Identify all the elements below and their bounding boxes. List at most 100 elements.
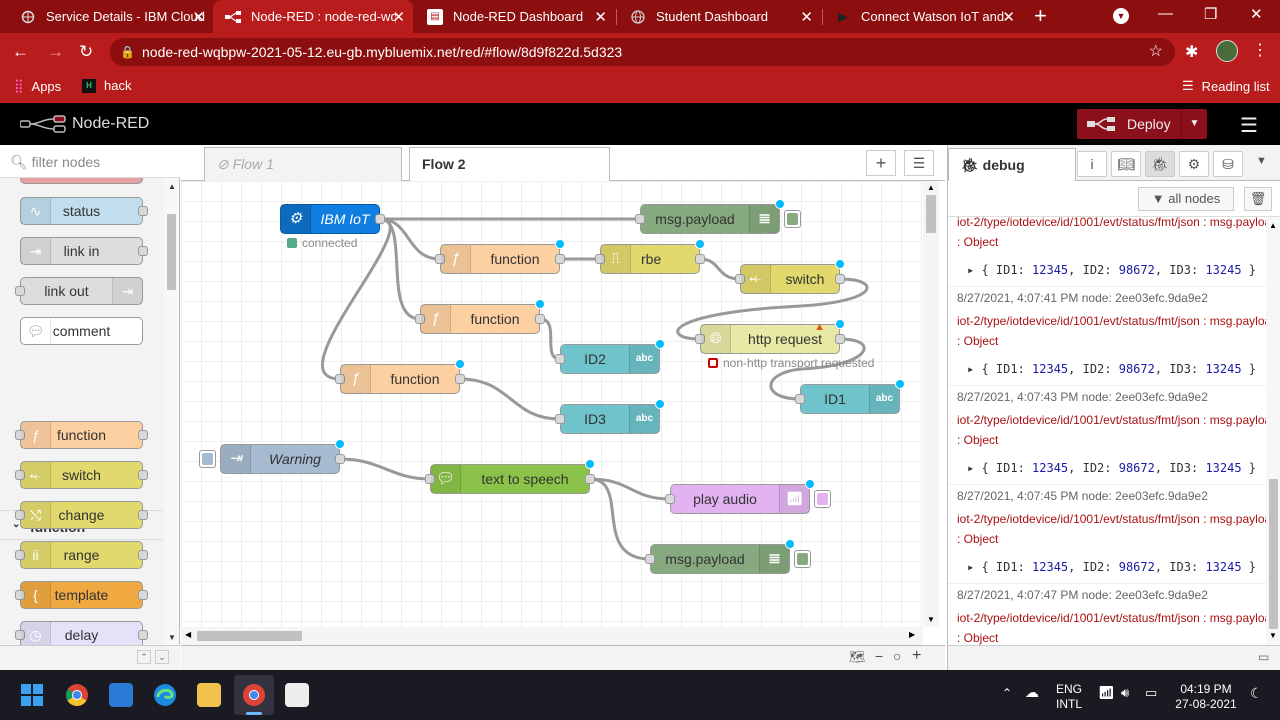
node-debug-msg-payload[interactable]: msg.payload ≣ bbox=[645, 539, 811, 574]
debug-toggle-button[interactable] bbox=[784, 210, 801, 228]
scroll-right-icon[interactable]: ▶ bbox=[909, 630, 915, 639]
clock[interactable]: 04:19 PM 27-08-2021 bbox=[1172, 682, 1240, 712]
output-port[interactable] bbox=[835, 334, 845, 344]
close-tab-icon[interactable]: ✕ bbox=[392, 8, 405, 26]
info-icon[interactable]: i bbox=[1077, 151, 1107, 177]
output-port[interactable] bbox=[138, 206, 148, 216]
battery-icon[interactable]: ▭ bbox=[1145, 685, 1157, 701]
scroll-thumb[interactable] bbox=[926, 195, 936, 233]
output-port[interactable] bbox=[375, 214, 385, 224]
bookmark-apps[interactable]: ⣿ Apps bbox=[14, 78, 61, 94]
bookmark-hack[interactable]: H hack bbox=[82, 78, 131, 93]
close-tab-icon[interactable]: ✕ bbox=[192, 8, 205, 26]
input-port[interactable] bbox=[15, 286, 25, 296]
message-object[interactable]: ▸ { ID1: 12345, ID2: 98672, ID3: 13245 } bbox=[957, 260, 1266, 280]
list-flows-icon[interactable]: ☰ bbox=[904, 150, 934, 176]
night-mode-icon[interactable]: ☾ bbox=[1250, 685, 1263, 702]
scroll-down-icon[interactable]: ▼ bbox=[927, 615, 935, 624]
deploy-dropdown-icon[interactable]: ▼ bbox=[1181, 109, 1207, 139]
output-port[interactable] bbox=[138, 590, 148, 600]
input-port[interactable] bbox=[555, 354, 565, 364]
scroll-down-icon[interactable]: ▼ bbox=[1269, 631, 1277, 640]
bookmark-star-icon[interactable]: ☆ bbox=[1149, 38, 1163, 66]
output-port[interactable] bbox=[835, 274, 845, 284]
output-port[interactable] bbox=[138, 246, 148, 256]
canvas-horizontal-scrollbar[interactable]: ◀ ▶ bbox=[181, 627, 923, 645]
palette-node-link-out[interactable]: link out ⇥ bbox=[15, 277, 143, 305]
sidebar-scrollbar[interactable]: ▲ ▼ bbox=[1266, 217, 1280, 645]
output-port[interactable] bbox=[138, 470, 148, 480]
node-function[interactable]: ƒ function bbox=[435, 239, 565, 274]
onedrive-icon[interactable]: ☁ bbox=[1025, 684, 1039, 701]
node-ibm-iot[interactable]: ⚙ IBM IoT bbox=[280, 204, 385, 234]
deploy-button[interactable]: Deploy ▼ bbox=[1077, 109, 1207, 139]
chevron-up-icon[interactable]: ⌃ bbox=[1002, 686, 1012, 700]
sidebar-menu-icon[interactable]: ▼ bbox=[1256, 155, 1267, 167]
gear-icon[interactable]: ⚙ bbox=[1179, 151, 1209, 177]
help-book-icon[interactable]: 📖︎ bbox=[1111, 151, 1141, 177]
flow-canvas[interactable]: ⚙ IBM IoT connected msg.payload ≣ ƒ func… bbox=[181, 181, 923, 627]
node-function[interactable]: ƒ function bbox=[415, 299, 545, 334]
forward-icon[interactable]: → bbox=[47, 42, 64, 62]
tab-debug[interactable]: 🐞︎ debug bbox=[948, 148, 1076, 181]
browser-tab[interactable]: Service Details - IBM Cloud ✕ bbox=[8, 0, 213, 33]
node-function[interactable]: ƒ function bbox=[335, 359, 465, 394]
node-text-id2[interactable]: ID2 abc bbox=[555, 339, 665, 374]
node-rbe[interactable]: ⎍ rbe bbox=[595, 239, 705, 274]
file-explorer-icon[interactable] bbox=[197, 683, 221, 707]
node-play-audio[interactable]: play audio 📶︎ bbox=[665, 479, 831, 514]
output-port[interactable] bbox=[455, 374, 465, 384]
add-flow-icon[interactable]: + bbox=[866, 150, 896, 176]
browser-tab[interactable]: ▤ Node-RED Dashboard ✕ bbox=[415, 0, 615, 33]
node-text-id3[interactable]: ID3 abc bbox=[555, 399, 665, 434]
more-menu-icon[interactable]: ⋮ bbox=[1252, 40, 1268, 60]
tab-flow-2[interactable]: Flow 2 bbox=[409, 147, 610, 181]
node-text-to-speech[interactable]: 💬︎ text to speech bbox=[425, 459, 595, 494]
palette-filter-input[interactable]: 🔍︎ filter nodes bbox=[0, 145, 180, 178]
language-indicator[interactable]: ENG INTL bbox=[1056, 682, 1082, 712]
message-object[interactable]: ▸ { ID1: 12345, ID2: 98672, ID3: 13245 } bbox=[957, 557, 1266, 577]
reading-list[interactable]: ☰ Reading list bbox=[1182, 78, 1270, 94]
node-switch[interactable]: ⤝ switch bbox=[735, 259, 845, 294]
debug-bug-icon[interactable]: 🐞︎ bbox=[1145, 151, 1175, 177]
output-port[interactable] bbox=[138, 550, 148, 560]
taskbar-chrome-active[interactable] bbox=[234, 675, 274, 715]
canvas-vertical-scrollbar[interactable]: ▲ ▼ bbox=[923, 181, 939, 627]
inject-button[interactable] bbox=[199, 450, 216, 468]
zoom-in-icon[interactable]: + bbox=[912, 647, 921, 665]
audio-toggle-button[interactable] bbox=[814, 490, 831, 508]
node-text-id1[interactable]: ID1 abc bbox=[795, 379, 905, 414]
extensions-icon[interactable]: ✱ bbox=[1185, 42, 1198, 62]
output-port[interactable] bbox=[138, 510, 148, 520]
scroll-thumb[interactable] bbox=[197, 631, 302, 641]
zoom-out-icon[interactable]: − bbox=[875, 648, 883, 664]
palette-node-status[interactable]: ∿ status bbox=[20, 197, 148, 225]
input-port[interactable] bbox=[645, 554, 655, 564]
new-tab-icon[interactable]: + bbox=[1034, 3, 1047, 29]
output-port[interactable] bbox=[695, 254, 705, 264]
input-port[interactable] bbox=[665, 494, 675, 504]
volume-icon[interactable]: 🔊︎ bbox=[1121, 685, 1129, 701]
expand-all-icon[interactable]: ⌄ bbox=[155, 650, 169, 664]
context-data-icon[interactable]: ⛁ bbox=[1213, 151, 1243, 177]
palette-node-change[interactable]: ⤭ change bbox=[15, 501, 148, 529]
browser-tab[interactable]: ▶ Connect Watson IoT and Node ✕ bbox=[823, 0, 1023, 33]
windows-start-icon[interactable] bbox=[21, 684, 45, 708]
output-port[interactable] bbox=[138, 630, 148, 640]
zoom-reset-icon[interactable]: ○ bbox=[893, 648, 901, 664]
input-port[interactable] bbox=[635, 214, 645, 224]
chrome-icon[interactable] bbox=[65, 683, 89, 707]
back-icon[interactable]: ← bbox=[12, 42, 29, 62]
minimize-icon[interactable]: — bbox=[1158, 5, 1173, 22]
notepad-icon[interactable] bbox=[285, 683, 309, 707]
palette-scrollbar[interactable]: ▲ ▼ bbox=[164, 178, 179, 645]
desktop-icon[interactable] bbox=[109, 683, 133, 707]
avatar[interactable] bbox=[1216, 40, 1238, 62]
close-tab-icon[interactable]: ✕ bbox=[800, 8, 813, 26]
browser-tab[interactable]: Student Dashboard ✕ bbox=[618, 0, 821, 33]
output-port[interactable] bbox=[138, 430, 148, 440]
message-object[interactable]: ▸ { ID1: 12345, ID2: 98672, ID3: 13245 } bbox=[957, 359, 1266, 379]
palette-node-comment[interactable]: 💬︎ comment bbox=[20, 317, 143, 345]
restore-icon[interactable]: ❐ bbox=[1204, 5, 1217, 23]
close-tab-icon[interactable]: ✕ bbox=[594, 8, 607, 26]
